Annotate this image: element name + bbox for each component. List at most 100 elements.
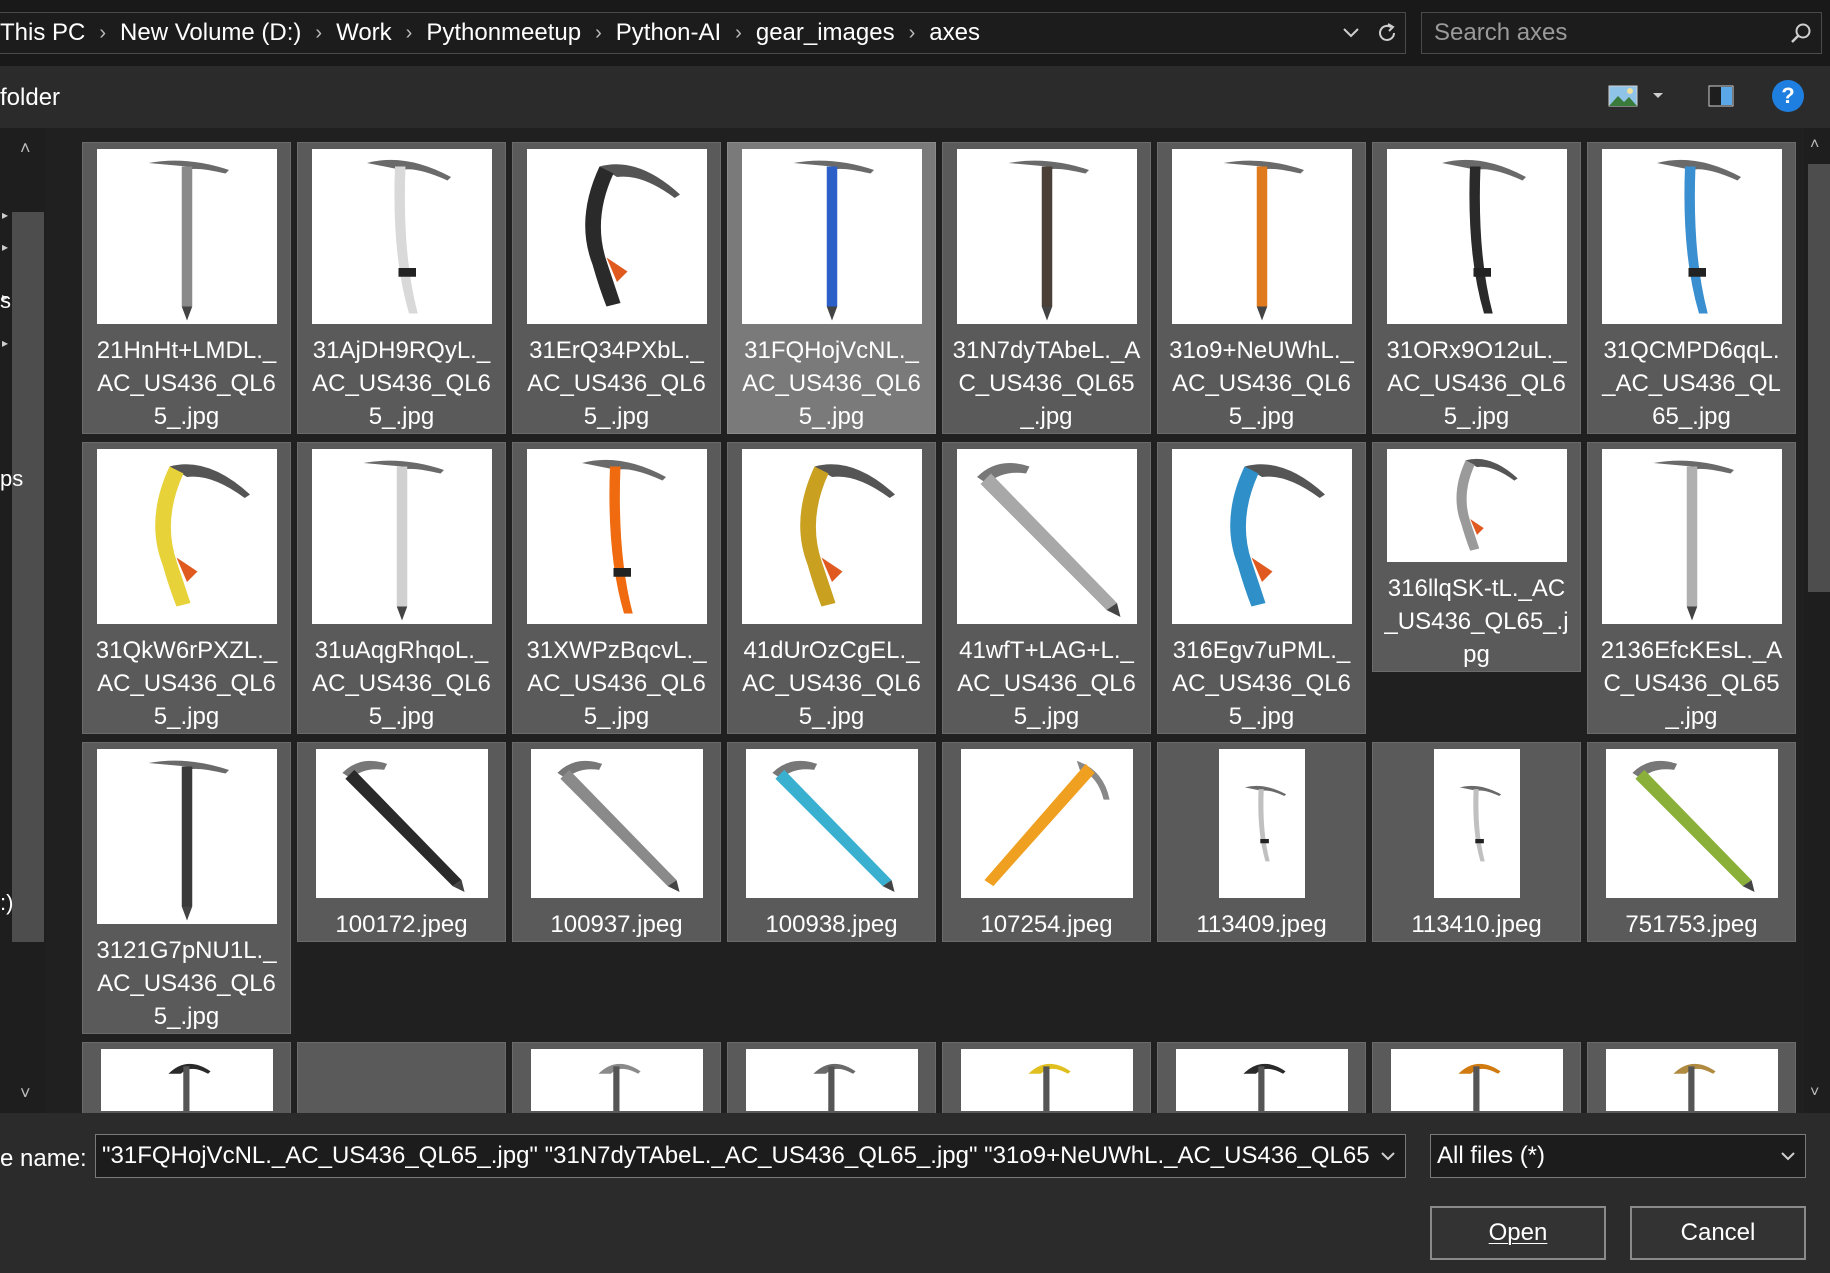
nav-item[interactable]: s	[0, 288, 11, 314]
nav-scrollbar-thumb[interactable]	[12, 212, 44, 942]
file-name-combobox[interactable]	[95, 1134, 1406, 1178]
search-box[interactable]	[1421, 12, 1822, 54]
file-item[interactable]: 31AjDH9RQyL._AC_US436_QL65_.jpg	[297, 142, 506, 434]
file-item[interactable]	[297, 1042, 506, 1113]
file-item[interactable]: 31ORx9O12uL._AC_US436_QL65_.jpg	[1372, 142, 1581, 434]
file-name-label: 41dUrOzCgEL._AC_US436_QL65_.jpg	[742, 637, 921, 730]
file-type-filter-value: All files (*)	[1437, 1142, 1546, 1169]
filter-chevron-down-icon	[1771, 1151, 1805, 1161]
breadcrumb-separator-chevron-icon[interactable]: ›	[305, 22, 332, 45]
file-item[interactable]: 100938.jpeg	[727, 742, 936, 942]
file-item[interactable]: 751753.jpeg	[1587, 742, 1796, 942]
breadcrumb-items: This PC › New Volume (D:) › Work › Pythonmeetu…	[0, 19, 1333, 47]
breadcrumb-separator-chevron-icon[interactable]: ›	[725, 22, 752, 45]
file-thumbnail	[96, 749, 277, 924]
file-name-dropdown-chevron-icon[interactable]	[1371, 1151, 1405, 1161]
scrollbar-thumb[interactable]	[1808, 164, 1830, 592]
breadcrumb-item[interactable]: Work	[332, 19, 396, 47]
nav-item[interactable]: :)	[0, 890, 13, 916]
file-item[interactable]: 31uAqgRhqoL._AC_US436_QL65_.jpg	[297, 442, 506, 734]
file-item[interactable]: 31N7dyTAbeL._AC_US436_QL65_.jpg	[942, 142, 1151, 434]
scroll-up-icon[interactable]: ˄	[1810, 136, 1819, 154]
new-folder-button[interactable]: folder	[0, 84, 60, 112]
breadcrumb-separator-chevron-icon[interactable]: ›	[396, 22, 423, 45]
navigation-pane: ˄ ▸ ▸ ▸ ▸ s ps :) ˅	[0, 128, 46, 1113]
file-item[interactable]	[1157, 1042, 1366, 1113]
file-item[interactable]	[82, 1042, 291, 1113]
file-thumbnail	[1601, 149, 1782, 324]
file-name-label: 107254.jpeg	[980, 911, 1113, 938]
file-thumbnail	[1175, 1049, 1348, 1111]
file-item[interactable]: 31QCMPD6qqL._AC_US436_QL65_.jpg	[1587, 142, 1796, 434]
breadcrumb-separator-chevron-icon[interactable]: ›	[585, 22, 612, 45]
breadcrumb-item[interactable]: This PC	[0, 19, 89, 47]
file-type-filter-select[interactable]: All files (*)	[1430, 1134, 1806, 1178]
file-name-input[interactable]	[96, 1135, 1371, 1177]
file-item[interactable]: 107254.jpeg	[942, 742, 1151, 942]
view-options-chevron-icon[interactable]	[1652, 92, 1664, 100]
file-name-label: 316llqSK-tL._AC_US436_QL65_.jpg	[1384, 575, 1569, 668]
breadcrumb-item[interactable]: gear_images	[752, 19, 899, 47]
nav-expand-icon[interactable]: ▸	[2, 208, 8, 222]
breadcrumb-item[interactable]: New Volume (D:)	[116, 19, 305, 47]
breadcrumb-separator-chevron-icon[interactable]: ›	[89, 22, 116, 45]
file-list-view[interactable]: 21HnHt+LMDL._AC_US436_QL65_.jpg 31AjDH9RQ…	[46, 128, 1804, 1113]
file-item[interactable]: 100937.jpeg	[512, 742, 721, 942]
file-item[interactable]: 41wfT+LAG+L._AC_US436_QL65_.jpg	[942, 442, 1151, 734]
nav-expand-icon[interactable]: ▸	[2, 240, 8, 254]
open-button-label: Open	[1488, 1219, 1548, 1246]
file-name-label: 31QCMPD6qqL._AC_US436_QL65_.jpg	[1602, 337, 1781, 430]
file-item[interactable]: 21HnHt+LMDL._AC_US436_QL65_.jpg	[82, 142, 291, 434]
file-name-label: e name:	[0, 1145, 87, 1172]
file-thumbnail	[530, 1049, 703, 1111]
file-name-label: 31o9+NeUWhL._AC_US436_QL65_.jpg	[1169, 337, 1354, 430]
breadcrumb-item[interactable]: axes	[925, 19, 984, 47]
breadcrumb-separator-chevron-icon[interactable]: ›	[899, 22, 926, 45]
file-item[interactable]: 3121G7pNU1L._AC_US436_QL65_.jpg	[82, 742, 291, 1034]
file-item[interactable]	[1372, 1042, 1581, 1113]
search-icon[interactable]	[1781, 22, 1821, 44]
file-thumbnail	[956, 149, 1137, 324]
nav-item[interactable]: ps	[0, 466, 23, 492]
file-item[interactable]: 41dUrOzCgEL._AC_US436_QL65_.jpg	[727, 442, 936, 734]
file-item[interactable]: 31FQHojVcNL._AC_US436_QL65_.jpg	[727, 142, 936, 434]
file-item[interactable]: 2136EfcKEsL._AC_US436_QL65_.jpg	[1587, 442, 1796, 734]
file-item[interactable]	[1587, 1042, 1796, 1113]
help-icon[interactable]: ?	[1772, 80, 1804, 112]
file-list-scrollbar[interactable]: ˄ ˅	[1804, 128, 1830, 1113]
file-thumbnail	[1386, 449, 1567, 562]
file-item[interactable]: 316Egv7uPML._AC_US436_QL65_.jpg	[1157, 442, 1366, 734]
search-input[interactable]	[1422, 18, 1781, 48]
file-item[interactable]: 31o9+NeUWhL._AC_US436_QL65_.jpg	[1157, 142, 1366, 434]
breadcrumb[interactable]: This PC › New Volume (D:) › Work › Pythonmeetu…	[0, 12, 1406, 54]
preview-pane-icon[interactable]	[1708, 85, 1734, 107]
file-item[interactable]: 31QkW6rPXZL._AC_US436_QL65_.jpg	[82, 442, 291, 734]
file-name-label: 3121G7pNU1L._AC_US436_QL65_.jpg	[96, 937, 277, 1030]
file-thumbnail	[311, 449, 492, 624]
nav-expand-icon[interactable]: ▸	[2, 336, 8, 350]
file-name-label: 31ErQ34PXbL._AC_US436_QL65_.jpg	[527, 337, 706, 430]
file-name-label: 31AjDH9RQyL._AC_US436_QL65_.jpg	[312, 337, 491, 430]
file-item[interactable]: 31ErQ34PXbL._AC_US436_QL65_.jpg	[512, 142, 721, 434]
file-item[interactable]: 113410.jpeg	[1372, 742, 1581, 942]
breadcrumb-item[interactable]: Python-AI	[612, 19, 725, 47]
nav-scroll-down-icon[interactable]: ˅	[20, 1083, 31, 1104]
breadcrumb-item[interactable]: Pythonmeetup	[422, 19, 585, 47]
file-name-label: 31FQHojVcNL._AC_US436_QL65_.jpg	[742, 337, 921, 430]
open-button[interactable]: Open	[1430, 1206, 1606, 1260]
change-view-picture-icon[interactable]	[1608, 85, 1638, 107]
file-item[interactable]: 31XWPzBqcvL._AC_US436_QL65_.jpg	[512, 442, 721, 734]
file-item[interactable]: 113409.jpeg	[1157, 742, 1366, 942]
scroll-down-icon[interactable]: ˅	[1810, 1084, 1819, 1102]
file-item[interactable]: 100172.jpeg	[297, 742, 506, 942]
history-dropdown-chevron-icon[interactable]	[1333, 13, 1369, 53]
file-item[interactable]	[512, 1042, 721, 1113]
file-thumbnail	[745, 1049, 918, 1111]
cancel-button[interactable]: Cancel	[1630, 1206, 1806, 1260]
file-item[interactable]: 316llqSK-tL._AC_US436_QL65_.jpg	[1372, 442, 1581, 672]
nav-scroll-up-icon[interactable]: ˄	[20, 138, 31, 159]
file-item[interactable]	[942, 1042, 1151, 1113]
refresh-icon[interactable]	[1369, 13, 1405, 53]
file-item[interactable]	[727, 1042, 936, 1113]
file-name-label: 31XWPzBqcvL._AC_US436_QL65_.jpg	[526, 637, 707, 730]
